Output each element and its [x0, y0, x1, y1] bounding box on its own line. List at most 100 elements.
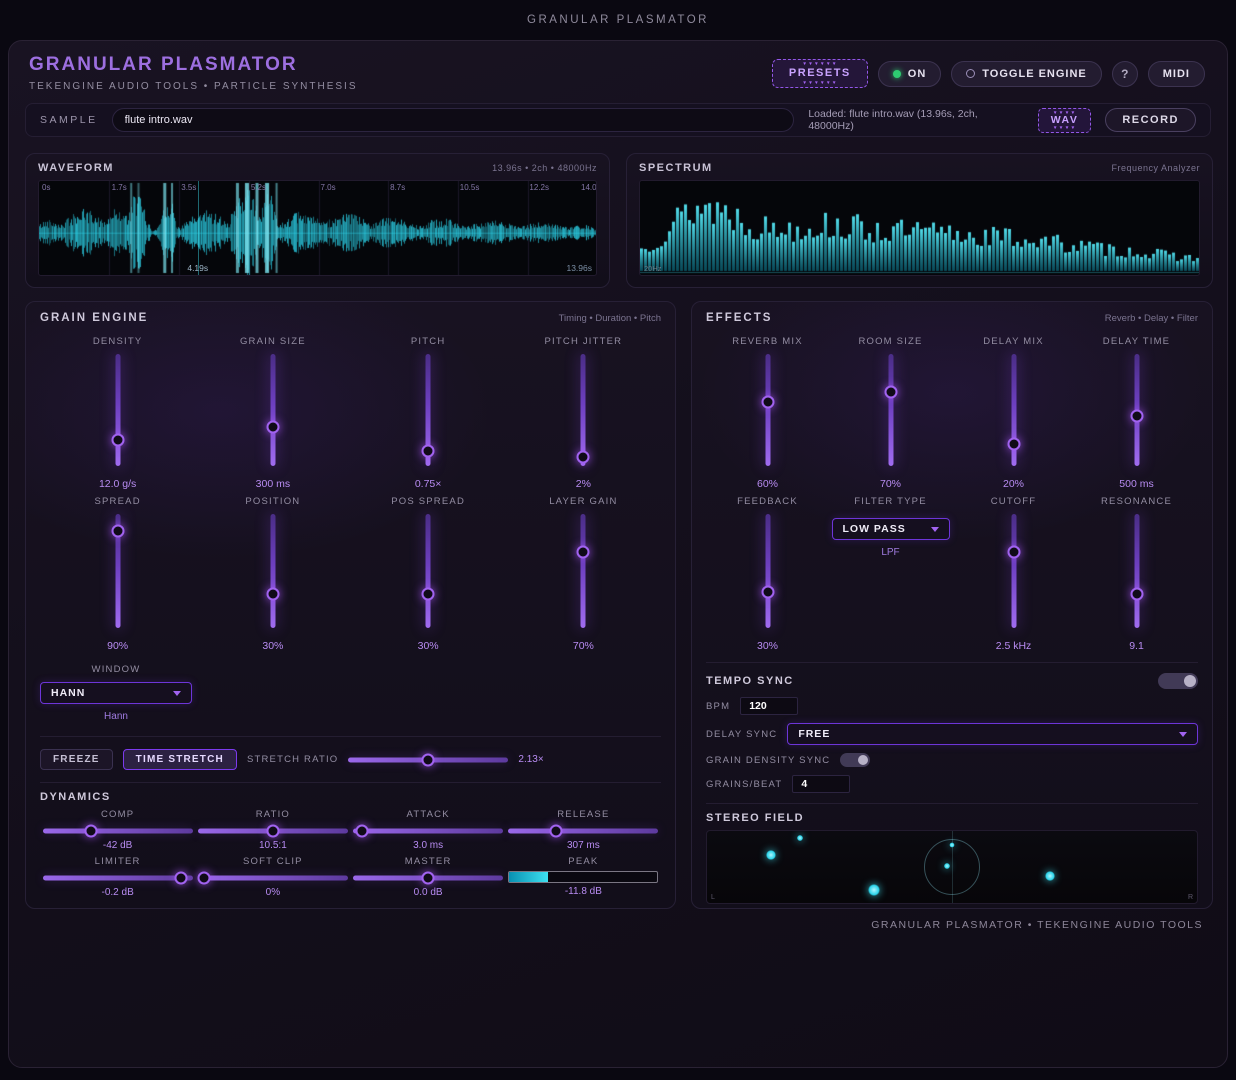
grain-density-sync-toggle[interactable]: [840, 753, 870, 767]
bpm-row: BPM: [706, 697, 1198, 715]
delay-time-value: 500 ms: [1119, 478, 1153, 492]
stretch-ratio-slider[interactable]: [348, 753, 508, 766]
stretch-ratio-value: 2.13×: [518, 754, 543, 765]
app-title: GRANULAR PLASMATOR: [29, 54, 358, 76]
release-slider[interactable]: [508, 824, 658, 837]
slider-thumb[interactable]: [197, 871, 210, 884]
slider-thumb[interactable]: [422, 587, 435, 600]
help-button[interactable]: ?: [1112, 61, 1138, 87]
presets-button[interactable]: ▾ ▾ ▾ ▾ ▾ ▾ PRESETS ▾ ▾ ▾ ▾ ▾ ▾: [772, 59, 868, 88]
sample-filename-input[interactable]: [112, 108, 795, 132]
grains-beat-input[interactable]: [792, 775, 850, 793]
spectrum-meta: Frequency Analyzer: [1111, 163, 1200, 173]
stereo-field-display: L R: [706, 830, 1198, 904]
bpm-input[interactable]: [740, 697, 798, 715]
filter-type-hint: LPF: [881, 547, 899, 558]
slider-thumb[interactable]: [84, 824, 97, 837]
cutoff-label: CUTOFF: [991, 494, 1037, 508]
slider-track: [43, 828, 193, 833]
record-button[interactable]: RECORD: [1105, 108, 1196, 132]
slider-thumb[interactable]: [422, 753, 435, 766]
soft-clip-slider[interactable]: [198, 871, 348, 884]
room-size-control: ROOM SIZE 70%: [829, 334, 952, 492]
density-slider[interactable]: [111, 354, 125, 466]
time-tick: 7.0s: [321, 183, 336, 192]
ratio-slider[interactable]: [198, 824, 348, 837]
delay-mix-slider[interactable]: [1007, 354, 1021, 466]
master-label: MASTER: [405, 855, 452, 867]
filter-type-dropdown[interactable]: LOW PASS: [832, 518, 950, 540]
limiter-slider[interactable]: [43, 871, 193, 884]
chevron-down-icon: [1179, 732, 1187, 737]
ratio-control: RATIO 10.5:1: [195, 808, 350, 853]
grain-engine-title: GRAIN ENGINE: [40, 312, 148, 324]
reverb-mix-label: REVERB MIX: [732, 334, 803, 348]
grain-size-value: 300 ms: [256, 478, 290, 492]
slider-thumb[interactable]: [111, 434, 124, 447]
slider-thumb[interactable]: [1130, 587, 1143, 600]
slider-track: [426, 514, 431, 628]
spread-slider[interactable]: [111, 514, 125, 628]
stereo-right-label: R: [1188, 894, 1193, 901]
pitch-slider[interactable]: [421, 354, 435, 466]
delay-sync-dropdown[interactable]: FREE: [787, 723, 1198, 745]
slider-thumb[interactable]: [761, 585, 774, 598]
slider-thumb[interactable]: [174, 871, 187, 884]
time-tick: 3.5s: [181, 183, 196, 192]
position-slider[interactable]: [266, 514, 280, 628]
feedback-slider[interactable]: [761, 514, 775, 628]
slider-thumb[interactable]: [356, 824, 369, 837]
grain-density-sync-label: GRAIN DENSITY SYNC: [706, 755, 830, 766]
slider-thumb[interactable]: [577, 451, 590, 464]
midi-button[interactable]: MIDI: [1148, 61, 1205, 87]
slider-thumb[interactable]: [266, 824, 279, 837]
cutoff-slider[interactable]: [1007, 514, 1021, 628]
slider-thumb[interactable]: [761, 396, 774, 409]
effects-meta: Reverb • Delay • Filter: [1105, 313, 1198, 324]
grain-engine-meta: Timing • Duration • Pitch: [559, 313, 661, 324]
spectrum-title: SPECTRUM: [639, 162, 713, 174]
slider-thumb[interactable]: [1007, 437, 1020, 450]
pitch-jitter-slider[interactable]: [576, 354, 590, 466]
feedback-label: FEEDBACK: [737, 494, 798, 508]
attack-slider[interactable]: [353, 824, 503, 837]
slider-thumb[interactable]: [266, 420, 279, 433]
reverb-mix-slider[interactable]: [761, 354, 775, 466]
grain-size-slider[interactable]: [266, 354, 280, 466]
spread-label: SPREAD: [94, 494, 140, 508]
wav-export-button[interactable]: ▾ ▾ ▾ ▾ WAV ▾ ▾ ▾ ▾: [1038, 108, 1092, 133]
layer-gain-slider[interactable]: [576, 514, 590, 628]
slider-thumb[interactable]: [1007, 545, 1020, 558]
delay-time-slider[interactable]: [1130, 354, 1144, 466]
pos-spread-slider[interactable]: [421, 514, 435, 628]
toggle-engine-button[interactable]: TOGGLE ENGINE: [951, 61, 1101, 87]
slider-thumb[interactable]: [422, 445, 435, 458]
freeze-button[interactable]: FREEZE: [40, 749, 113, 770]
window-dropdown[interactable]: HANN: [40, 682, 192, 704]
slider-thumb[interactable]: [111, 525, 124, 538]
tempo-sync-toggle[interactable]: [1158, 673, 1198, 689]
master-slider[interactable]: [353, 871, 503, 884]
engine-on-button[interactable]: ON: [878, 61, 942, 87]
triangle-decoration: ▾ ▾ ▾ ▾ ▾ ▾: [773, 81, 867, 85]
triangle-decoration: ▾ ▾ ▾ ▾: [1039, 126, 1091, 130]
slider-track: [765, 514, 770, 628]
stereo-grain-dot: [944, 863, 950, 869]
time-stretch-button[interactable]: TIME STRETCH: [123, 749, 237, 770]
comp-slider[interactable]: [43, 824, 193, 837]
slider-track: [888, 354, 893, 466]
delay-mix-control: DELAY MIX 20%: [952, 334, 1075, 492]
slider-thumb[interactable]: [1130, 409, 1143, 422]
playhead-line[interactable]: [198, 181, 199, 275]
waveform-display[interactable]: 0s 1.7s 3.5s 5.2s 7.0s 8.7s 10.5s 12.2s …: [38, 180, 597, 276]
slider-thumb[interactable]: [550, 824, 563, 837]
slider-track: [43, 875, 193, 880]
slider-thumb[interactable]: [422, 871, 435, 884]
density-value: 12.0 g/s: [99, 478, 136, 492]
room-size-slider[interactable]: [884, 354, 898, 466]
resonance-slider[interactable]: [1130, 514, 1144, 628]
slider-thumb[interactable]: [884, 386, 897, 399]
slider-thumb[interactable]: [266, 587, 279, 600]
slider-thumb[interactable]: [577, 545, 590, 558]
window-select-block: WINDOW HANN Hann: [40, 662, 192, 722]
